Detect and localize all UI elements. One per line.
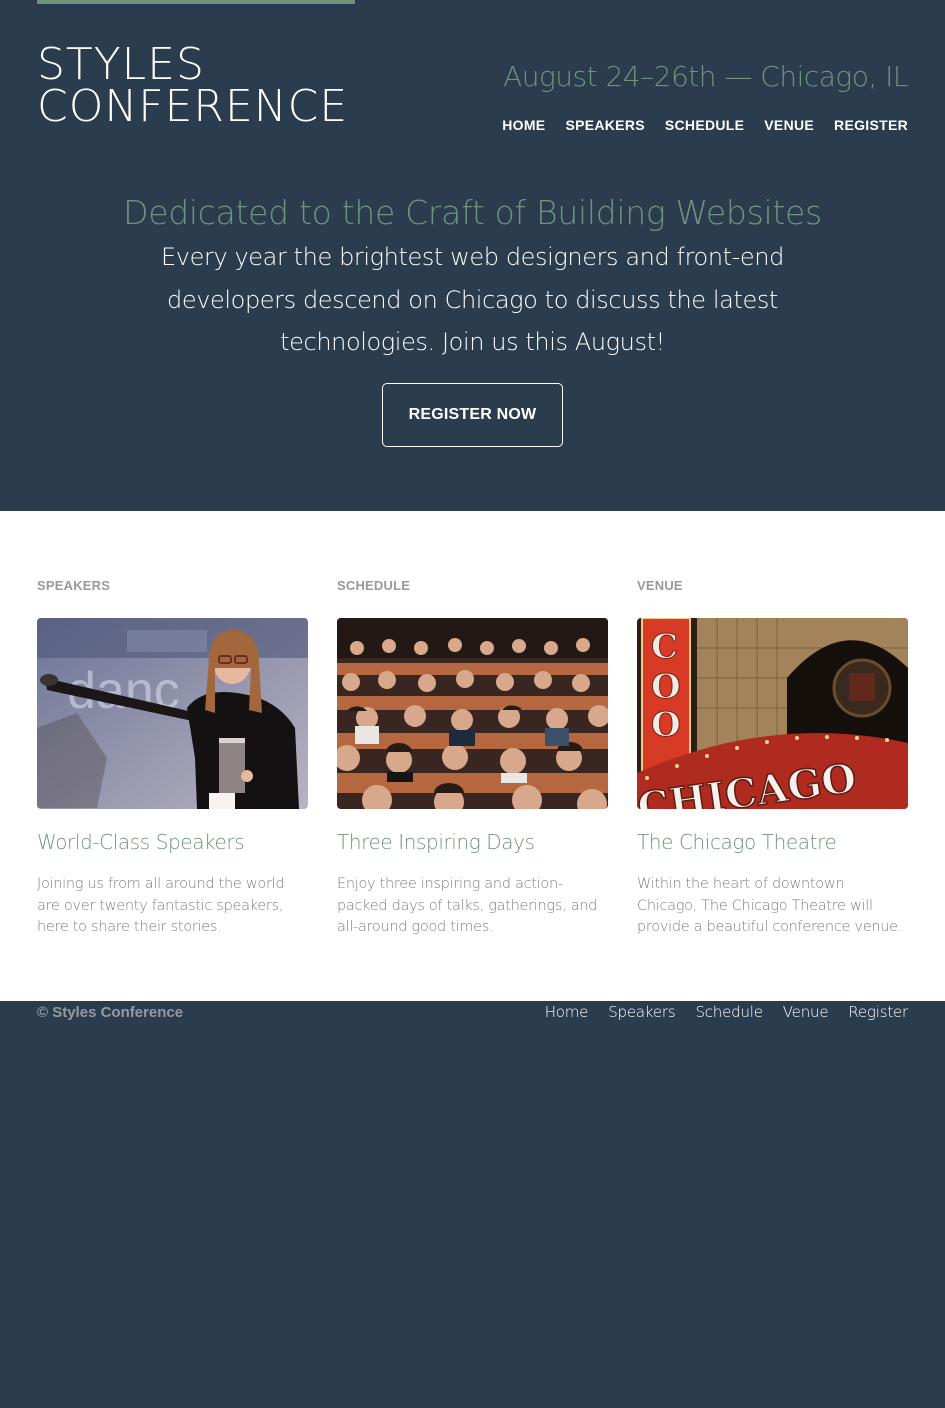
footer-nav-speakers[interactable]: Speakers — [608, 1003, 675, 1021]
footer-copyright: © Styles Conference — [37, 1004, 184, 1021]
nav-item-register[interactable]: REGISTER — [834, 117, 908, 133]
speakers-section-label: SPEAKERS — [37, 578, 111, 593]
footer-nav-venue[interactable]: Venue — [783, 1003, 829, 1021]
speakers-description: Joining us from all around the world are… — [37, 876, 285, 935]
schedule-section-label: SCHEDULE — [337, 578, 411, 593]
speaker-photo: danc — [37, 618, 308, 809]
primary-nav: HOME SPEAKERS SCHEDULE VENUE REGISTER — [502, 117, 908, 133]
svg-text:C: C — [651, 627, 678, 667]
venue-section-label: VENUE — [637, 578, 683, 593]
venue-title[interactable]: The Chicago Theatre — [637, 830, 937, 854]
nav-item-speakers[interactable]: SPEAKERS — [565, 117, 644, 133]
logo-line-1: STYLES — [37, 39, 205, 90]
register-now-button[interactable]: REGISTER NOW — [382, 383, 563, 447]
footer-nav-register[interactable]: Register — [848, 1003, 908, 1021]
nav-item-schedule[interactable]: SCHEDULE — [665, 117, 744, 133]
footer-nav-home[interactable]: Home — [545, 1003, 589, 1021]
venue-description: Within the heart of downtown Chicago, Th… — [637, 876, 903, 935]
event-date-location: August 24–26th — Chicago, IL — [503, 60, 908, 93]
svg-text:O: O — [651, 705, 681, 745]
features-section: SPEAKERS danc World-Class Speakers Joini… — [0, 511, 945, 1001]
footer-nav-schedule[interactable]: Schedule — [695, 1003, 763, 1021]
logo-line-2: CONFERENCE — [37, 81, 349, 132]
svg-text:O: O — [651, 667, 681, 707]
nav-item-venue[interactable]: VENUE — [764, 117, 814, 133]
footer-nav: Home Speakers Schedule Venue Register — [545, 1003, 908, 1021]
schedule-description: Enjoy three inspiring and action-packed … — [337, 876, 598, 935]
site-logo[interactable]: STYLES CONFERENCE — [37, 39, 349, 132]
top-accent-bar — [37, 0, 355, 4]
audience-photo — [337, 618, 608, 809]
hero-description: Every year the brightest web designers a… — [161, 243, 784, 356]
schedule-title[interactable]: Three Inspiring Days — [337, 830, 637, 854]
chicago-theatre-photo: C O O CHICAGO — [637, 618, 908, 809]
hero-title: Dedicated to the Craft of Building Websi… — [123, 193, 822, 232]
nav-item-home[interactable]: HOME — [502, 117, 545, 133]
speakers-title[interactable]: World-Class Speakers — [37, 830, 337, 854]
